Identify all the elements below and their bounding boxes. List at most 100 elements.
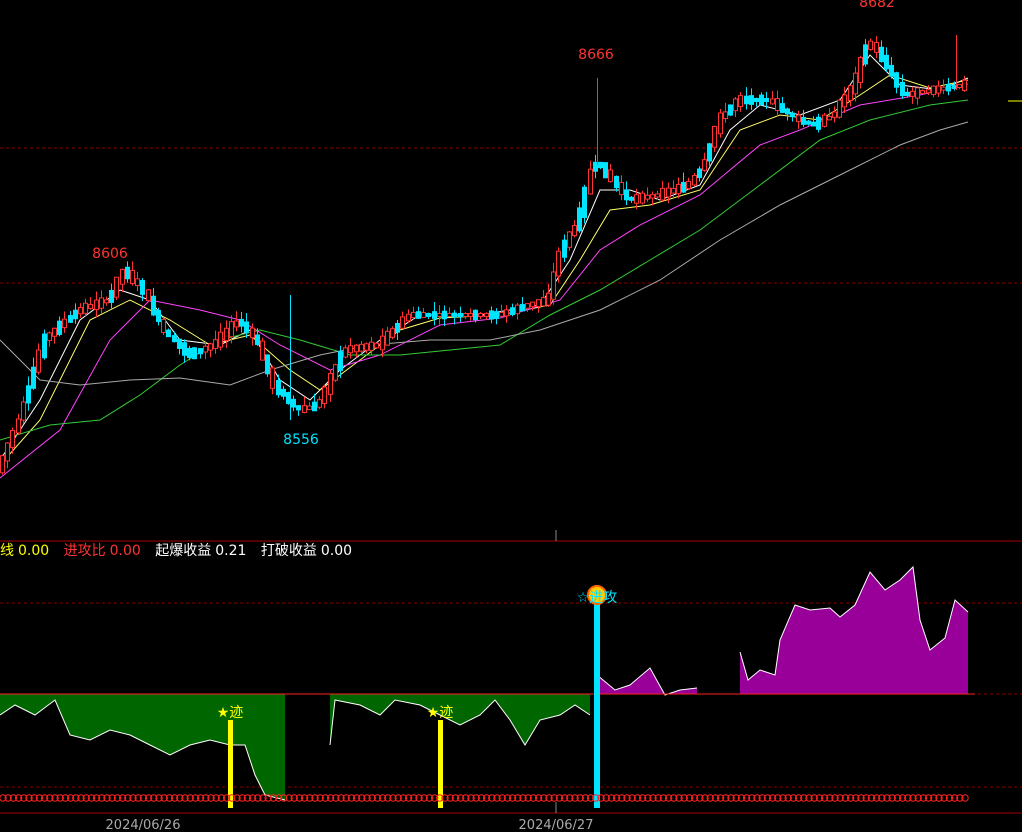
candle-body xyxy=(78,307,83,315)
candle-body xyxy=(255,334,260,345)
candle-body xyxy=(785,108,790,115)
candle-body xyxy=(73,309,78,320)
candle-body xyxy=(156,310,161,322)
ma10-line xyxy=(0,74,969,466)
candle-body xyxy=(915,87,920,99)
candle-body xyxy=(406,313,411,322)
candle-body xyxy=(213,339,218,349)
candle-body xyxy=(936,85,941,94)
candle-body xyxy=(676,183,681,195)
candle-body xyxy=(109,289,114,303)
signal-label-2: ★迹 xyxy=(427,705,454,721)
candle-body xyxy=(842,94,847,108)
candle-body xyxy=(738,95,743,108)
candle-body xyxy=(161,318,166,334)
candle-body xyxy=(177,338,182,349)
candle-body xyxy=(858,57,863,83)
candle-body xyxy=(692,174,697,186)
candle-body xyxy=(432,311,437,319)
candle-body xyxy=(468,313,473,317)
candle-body xyxy=(572,224,577,237)
candle-body xyxy=(718,112,723,135)
legend-label-attack: 进攻比 xyxy=(63,543,106,559)
candlestick-chart: 8606 8556 8666 8682 ★迹 ★迹 ☆进攻 2024/06/26… xyxy=(0,0,1022,832)
candle-body xyxy=(707,143,712,162)
candle-body xyxy=(99,297,104,309)
candle-body xyxy=(910,90,915,97)
legend-label-break: 打破收益 xyxy=(260,543,317,559)
candle-body xyxy=(832,111,837,118)
candle-body xyxy=(504,309,509,317)
x-tick-1: 2024/06/26 xyxy=(106,818,181,832)
candle-body xyxy=(764,98,769,102)
candle-body xyxy=(775,98,780,111)
candle-body xyxy=(208,343,213,351)
candle-body xyxy=(603,162,608,179)
candle-body xyxy=(369,341,374,351)
candle-body xyxy=(286,392,291,404)
candle-body xyxy=(296,405,301,411)
candle-body xyxy=(681,181,686,193)
candle-body xyxy=(551,271,556,300)
legend-value-break: 0.00 xyxy=(320,543,353,559)
candle-body xyxy=(88,303,93,310)
candle-body xyxy=(697,168,702,179)
signal-label-3: ☆进攻 xyxy=(577,590,618,606)
candle-body xyxy=(484,312,489,318)
ma30-line xyxy=(0,99,969,441)
candle-body xyxy=(530,301,535,308)
candle-body xyxy=(593,161,598,172)
candle-body xyxy=(478,313,483,317)
candle-body xyxy=(837,99,842,118)
candle-body xyxy=(291,398,296,408)
candle-body xyxy=(104,299,109,304)
candle-body xyxy=(582,186,587,219)
candle-body xyxy=(567,231,572,248)
candle-body xyxy=(151,295,156,316)
price-label-high3: 8682 xyxy=(859,0,895,11)
candle-body xyxy=(312,401,317,412)
candle-body xyxy=(229,321,234,338)
candle-body xyxy=(218,331,223,348)
candle-body xyxy=(359,343,364,352)
candle-body xyxy=(920,90,925,95)
candle-body xyxy=(125,266,130,280)
ma60-line xyxy=(0,121,969,386)
candle-body xyxy=(702,159,707,171)
candle-body xyxy=(400,316,405,329)
candle-body xyxy=(36,349,41,373)
candle-body xyxy=(588,168,593,195)
candle-body xyxy=(198,348,203,355)
legend-value-attack: 0.00 xyxy=(109,543,141,559)
candle-body xyxy=(10,429,15,449)
price-label-high2: 8666 xyxy=(578,47,614,63)
candle-body xyxy=(364,343,369,351)
candle-body xyxy=(354,344,359,353)
candle-body xyxy=(244,321,249,333)
candle-body xyxy=(390,328,395,338)
candle-body xyxy=(333,364,338,381)
candle-body xyxy=(905,91,910,97)
candle-body xyxy=(525,303,530,309)
signal-label-1: ★迹 xyxy=(217,705,244,721)
candle-body xyxy=(166,329,171,338)
candle-body xyxy=(941,86,946,91)
candle-body xyxy=(62,318,67,329)
candle-body xyxy=(629,196,634,201)
legend-value-burst: 0.21 xyxy=(215,543,247,559)
candle-body xyxy=(447,312,452,318)
candle-body xyxy=(863,44,868,65)
candle-body xyxy=(140,279,145,295)
candle-body xyxy=(499,311,504,317)
legend-label-burst: 起爆收益 xyxy=(155,543,212,559)
candle-body xyxy=(874,42,879,53)
candle-body xyxy=(562,239,567,258)
price-label-high1: 8606 xyxy=(92,246,128,262)
candle-body xyxy=(16,418,21,434)
candle-body xyxy=(307,405,312,411)
candle-body xyxy=(83,302,88,314)
candle-body xyxy=(120,268,125,285)
candle-body xyxy=(546,292,551,306)
candle-body xyxy=(203,345,208,353)
candle-body xyxy=(712,125,717,148)
